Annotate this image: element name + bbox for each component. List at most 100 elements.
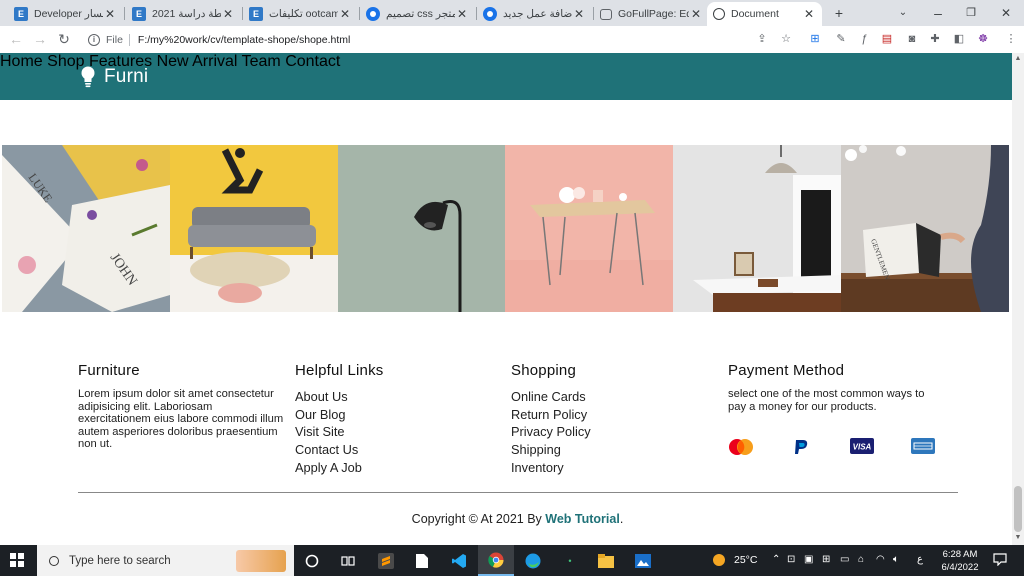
font-extension-icon[interactable]: ƒ: [857, 32, 871, 46]
wifi-icon[interactable]: ◠: [876, 554, 885, 565]
address-url[interactable]: F:/my%20work/cv/template-shope/shope.htm…: [138, 34, 350, 46]
window-close-button[interactable]: ✕: [995, 3, 1017, 23]
extension-calendar-icon[interactable]: ▤: [880, 32, 894, 46]
search-icon: [49, 555, 59, 566]
tab-divider: [124, 7, 125, 20]
close-icon[interactable]: ✕: [802, 7, 816, 21]
tray-chevron-icon[interactable]: ⌃: [772, 554, 780, 565]
browser-tab-active[interactable]: Document ✕: [707, 2, 822, 26]
photos-icon[interactable]: [625, 545, 661, 576]
edge-icon[interactable]: [515, 545, 551, 576]
footer-link[interactable]: Our Blog: [295, 406, 485, 424]
windows-start-icon[interactable]: [10, 553, 24, 567]
tab-search-icon[interactable]: ⌄: [892, 3, 914, 23]
camera-icon: [600, 8, 612, 20]
close-icon[interactable]: ✕: [572, 7, 586, 21]
browser-tab[interactable]: إضافة عمل جديد ✕: [477, 2, 592, 26]
weather-temp[interactable]: 25°C: [734, 554, 757, 566]
browser-tab[interactable]: E خطة دراسة 2021 ✕: [126, 2, 241, 26]
footer-heading: Payment Method: [728, 362, 845, 379]
close-icon[interactable]: ✕: [221, 7, 235, 21]
browser-menu-icon[interactable]: ⋮: [1004, 32, 1018, 46]
footer-link[interactable]: Contact Us: [295, 441, 485, 459]
reload-icon[interactable]: ↻: [55, 30, 73, 48]
footer-link[interactable]: Privacy Policy: [511, 423, 701, 441]
profile-avatar[interactable]: ☸: [976, 32, 990, 46]
battery-icon[interactable]: ▭: [840, 554, 849, 565]
footer-link[interactable]: Visit Site: [295, 423, 485, 441]
paypal-icon: [792, 438, 810, 461]
restore-button[interactable]: ❐: [960, 3, 982, 23]
tray-monitor-icon[interactable]: ▣: [804, 554, 813, 565]
nav-shop[interactable]: Shop: [47, 53, 84, 70]
magazine-photo: GENTLEMEN: [841, 145, 1009, 312]
taskbar-search[interactable]: Type here to search: [37, 545, 294, 576]
card-photo: LUKE JOHN: [2, 145, 170, 312]
browser-tab[interactable]: E تكليفات ootcamp ✕: [243, 2, 358, 26]
new-tab-button[interactable]: +: [828, 3, 850, 23]
footer-link[interactable]: Apply A Job: [295, 459, 485, 477]
footer-link[interactable]: Return Policy: [511, 406, 701, 424]
notification-icon[interactable]: [993, 553, 1007, 569]
scroll-up-arrow[interactable]: ▲: [1014, 55, 1022, 62]
scrollbar-thumb[interactable]: [1014, 486, 1022, 532]
lightbulb-icon: [81, 66, 95, 88]
site-logo[interactable]: Furni: [80, 66, 148, 88]
back-icon[interactable]: ←: [7, 30, 25, 48]
nav-home[interactable]: Home: [0, 53, 43, 70]
clock-date: 6/4/2022: [941, 562, 979, 573]
tray-keyboard-icon[interactable]: ⊞: [822, 554, 830, 565]
vscode-icon[interactable]: [441, 545, 477, 576]
page-scrollbar[interactable]: ▲ ▼: [1012, 53, 1024, 545]
volume-icon[interactable]: 🔈︎: [893, 554, 899, 565]
eyedropper-icon[interactable]: ✎: [834, 32, 848, 46]
share-icon[interactable]: ⇪: [755, 32, 769, 46]
cortana-icon[interactable]: [294, 545, 330, 576]
close-icon[interactable]: ✕: [103, 7, 117, 21]
forward-icon[interactable]: →: [31, 30, 49, 48]
browser-tab[interactable]: تصميم css لمتجر ✕: [360, 2, 475, 26]
nav-contact[interactable]: Contact: [285, 53, 340, 70]
translate-icon[interactable]: ⊞: [808, 32, 822, 46]
address-scheme: File: [106, 34, 123, 46]
sublime-text-icon[interactable]: [368, 545, 404, 576]
terminal-icon[interactable]: •: [552, 545, 588, 576]
side-panel-icon[interactable]: ◧: [952, 32, 966, 46]
file-explorer-icon[interactable]: [588, 545, 624, 576]
tab-title: GoFullPage: Edit: [618, 8, 689, 20]
address-divider: [128, 34, 130, 46]
notepad-icon[interactable]: [404, 545, 440, 576]
copyright-link[interactable]: Web Tutorial: [545, 512, 620, 526]
footer-link[interactable]: About Us: [295, 388, 485, 406]
close-icon[interactable]: ✕: [338, 7, 352, 21]
tray-app-icon[interactable]: ⊡: [787, 554, 795, 565]
footer-helpful-links: Helpful Links About Us Our Blog Visit Si…: [295, 362, 485, 477]
nav-new-arrival[interactable]: New Arrival: [157, 53, 238, 70]
footer-link[interactable]: Online Cards: [511, 388, 701, 406]
room-photo: [673, 145, 842, 312]
site-header: Furni Home Shop Features New Arrival Tea…: [0, 53, 1012, 100]
network-icon[interactable]: ⌂: [858, 554, 864, 565]
sofa-photo: [169, 145, 338, 312]
browser-tab[interactable]: GoFullPage: Edit ✕: [594, 2, 709, 26]
chrome-taskbar-icon[interactable]: [478, 545, 514, 576]
weather-icon[interactable]: [712, 553, 726, 570]
bookmark-star-icon[interactable]: ☆: [779, 32, 793, 46]
info-icon[interactable]: i: [88, 34, 100, 46]
language-indicator[interactable]: ع: [917, 554, 923, 565]
footer-link[interactable]: Inventory: [511, 459, 701, 477]
scroll-down-arrow[interactable]: ▼: [1014, 534, 1022, 541]
svg-text:VISA: VISA: [853, 443, 872, 452]
screenshot-extension-icon[interactable]: ◙: [905, 32, 919, 46]
system-clock[interactable]: 6:28 AM 6/4/2022: [934, 548, 986, 574]
footer-link[interactable]: Shipping: [511, 441, 701, 459]
search-highlight-image: [236, 549, 286, 572]
extensions-puzzle-icon[interactable]: ✚: [928, 32, 942, 46]
nav-team[interactable]: Team: [242, 53, 281, 70]
close-icon[interactable]: ✕: [455, 7, 469, 21]
task-view-icon[interactable]: [330, 545, 366, 576]
browser-tab[interactable]: E Developer مسار ✕: [8, 2, 123, 26]
close-icon[interactable]: ✕: [689, 7, 703, 21]
minimize-button[interactable]: –: [927, 3, 949, 23]
tab-title: Document: [731, 8, 779, 20]
